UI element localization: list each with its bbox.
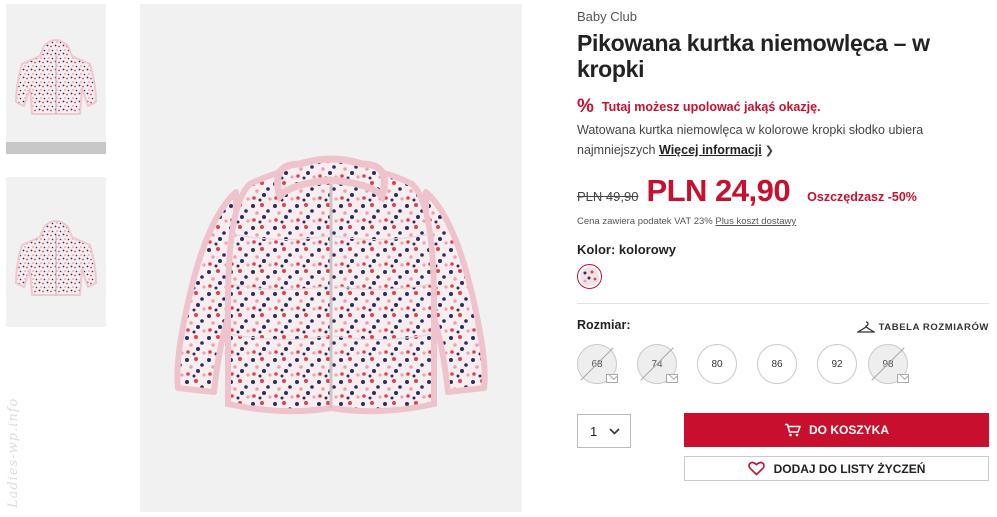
size-guide-link[interactable]: TABELA ROZMIARÓW bbox=[856, 321, 989, 333]
quantity-select[interactable]: 1 bbox=[577, 414, 631, 448]
color-label: Kolor: kolorowy bbox=[577, 242, 676, 257]
heart-icon bbox=[747, 461, 765, 476]
size-option-86[interactable]: 86 bbox=[757, 344, 797, 384]
tax-note: Cena zawiera podatek VAT 23% Plus koszt … bbox=[577, 216, 796, 227]
main-product-image bbox=[140, 4, 522, 512]
mail-icon bbox=[666, 374, 678, 383]
quantity-value: 1 bbox=[590, 423, 598, 439]
dots-swatch-icon bbox=[583, 270, 597, 283]
swatch-pattern bbox=[580, 267, 599, 286]
add-to-wishlist-button[interactable]: DODAJ DO LISTY ŻYCZEŃ bbox=[684, 456, 989, 481]
size-option-label: 92 bbox=[831, 358, 843, 370]
size-option-68[interactable]: 68 bbox=[577, 344, 618, 384]
jacket-image bbox=[174, 155, 488, 415]
promo-banner: % Tutaj możesz upolować jakąś okazję. bbox=[577, 97, 821, 116]
size-option-label: 68 bbox=[591, 358, 603, 370]
price-block: PLN 49,90 PLN 24,90 Oszczędzasz -50% bbox=[577, 173, 917, 209]
percent-icon: % bbox=[577, 96, 594, 117]
tax-text: Cena zawiera podatek VAT 23% bbox=[577, 216, 713, 227]
size-option-80[interactable]: 80 bbox=[697, 344, 737, 384]
size-option-74[interactable]: 74 bbox=[637, 344, 678, 384]
thumbnail-2[interactable] bbox=[6, 177, 106, 327]
product-title: Pikowana kurtka niemowlęca – w kropki bbox=[577, 30, 930, 82]
jacket-thumbnail-image bbox=[15, 39, 97, 115]
product-description: Watowana kurtka niemowlęca w kolorowe kr… bbox=[577, 120, 977, 161]
size-label: Rozmiar: bbox=[577, 318, 631, 332]
wishlist-label: DODAJ DO LISTY ŻYCZEŃ bbox=[773, 461, 926, 476]
savings-label: Oszczędzasz -50% bbox=[807, 190, 917, 204]
more-info-link[interactable]: Więcej informacji bbox=[659, 143, 762, 157]
mail-icon bbox=[897, 374, 909, 383]
jacket-back-thumbnail-image bbox=[15, 220, 97, 296]
size-option-92[interactable]: 92 bbox=[817, 344, 857, 384]
divider bbox=[577, 303, 989, 304]
size-option-label: 80 bbox=[711, 358, 723, 370]
size-option-label: 86 bbox=[771, 358, 783, 370]
hanger-icon bbox=[856, 321, 875, 333]
chevron-down-icon bbox=[609, 427, 620, 435]
size-guide-label: TABELA ROZMIARÓW bbox=[878, 321, 989, 333]
size-option-98[interactable]: 98 bbox=[868, 344, 909, 384]
cart-icon bbox=[784, 423, 801, 437]
chevron-right-icon: ❯ bbox=[764, 145, 774, 157]
add-to-cart-button[interactable]: DO KOSZYKA bbox=[684, 413, 989, 447]
mail-icon bbox=[606, 374, 618, 383]
add-to-cart-label: DO KOSZYKA bbox=[808, 423, 889, 437]
promo-text: Tutaj możesz upolować jakąś okazję. bbox=[601, 99, 821, 114]
color-label-key: Kolor: bbox=[577, 242, 616, 257]
color-swatch-kolorowy[interactable] bbox=[577, 264, 602, 289]
old-price: PLN 49,90 bbox=[577, 189, 639, 204]
color-label-value: kolorowy bbox=[618, 242, 676, 257]
size-option-label: 74 bbox=[651, 358, 663, 370]
watermark: Ladies-wp.info bbox=[6, 397, 21, 508]
brand-name: Baby Club bbox=[577, 9, 637, 24]
shipping-cost-link[interactable]: Plus koszt dostawy bbox=[715, 216, 796, 227]
current-price: PLN 24,90 bbox=[646, 173, 791, 208]
active-thumbnail-indicator bbox=[6, 142, 106, 154]
size-option-label: 98 bbox=[882, 358, 894, 370]
thumbnail-1[interactable] bbox=[6, 4, 106, 142]
